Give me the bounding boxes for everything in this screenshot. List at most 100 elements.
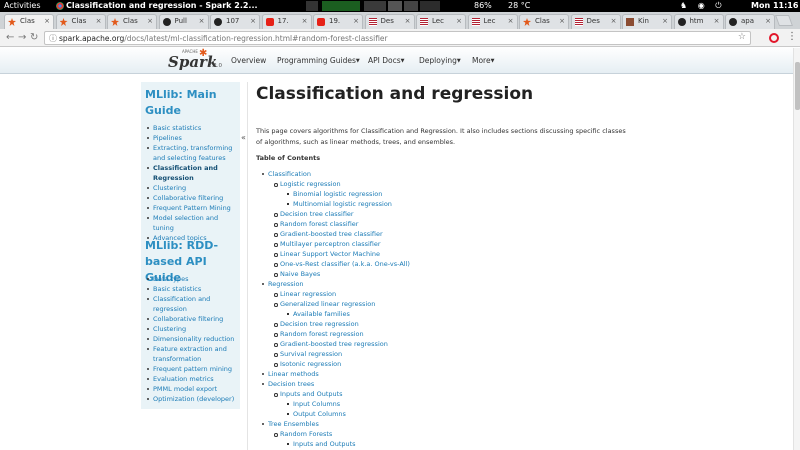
toc-link[interactable]: Classification <box>256 169 636 179</box>
toc-link[interactable]: Survival regression <box>256 349 636 359</box>
close-tab-icon[interactable]: × <box>353 15 359 28</box>
sidebar-item[interactable]: Clustering <box>141 183 240 193</box>
sidebar-item[interactable]: Model selection and tuning <box>141 213 240 233</box>
toc-link[interactable]: Tree Ensembles <box>256 419 636 429</box>
toc-link[interactable]: Linear Support Vector Machine <box>256 249 636 259</box>
browser-tab[interactable]: Lec × <box>467 14 518 29</box>
system-tray-icons[interactable]: ♞ ◉ ⏻ <box>680 0 726 12</box>
browser-tab[interactable]: htm × <box>673 14 724 29</box>
sidebar-item[interactable]: Frequent Pattern Mining <box>141 203 240 213</box>
toc-link[interactable]: Inputs and Outputs <box>256 389 636 399</box>
toc-link[interactable]: Random forest classifier <box>256 219 636 229</box>
sidebar-item[interactable]: Collaborative filtering <box>141 193 240 203</box>
scrollbar-thumb[interactable] <box>795 62 800 110</box>
close-tab-icon[interactable]: × <box>559 15 565 28</box>
close-tab-icon[interactable]: × <box>714 15 720 28</box>
nav-programming-guides[interactable]: Programming Guides▼ <box>277 56 360 65</box>
toc-link[interactable]: Inputs and Outputs <box>256 439 636 449</box>
toc-link[interactable]: Input Columns <box>256 399 636 409</box>
sidebar-item[interactable]: PMML model export <box>141 384 240 394</box>
nav-deploying[interactable]: Deploying▼ <box>419 56 461 65</box>
sidebar-item[interactable]: Classification and Regression <box>141 163 240 183</box>
close-tab-icon[interactable]: × <box>508 15 514 28</box>
browser-tab[interactable]: Pull × <box>158 14 209 29</box>
close-tab-icon[interactable]: × <box>302 15 308 28</box>
toc-link[interactable]: Isotonic regression <box>256 359 636 369</box>
browser-tab[interactable]: 19. × <box>313 14 363 29</box>
close-tab-icon[interactable]: × <box>405 15 411 28</box>
toc-link[interactable]: Random forest regression <box>256 329 636 339</box>
close-tab-icon[interactable]: × <box>96 15 102 28</box>
sidebar-item[interactable]: Evaluation metrics <box>141 374 240 384</box>
browser-tab[interactable]: Des × <box>570 14 621 29</box>
forward-icon[interactable]: → <box>18 31 26 45</box>
toc-link[interactable]: One-vs-Rest classifier (a.k.a. One-vs-Al… <box>256 259 636 269</box>
toc-link[interactable]: Logistic regression <box>256 179 636 189</box>
sidebar-item[interactable]: Classification and regression <box>141 294 240 314</box>
toc-link[interactable]: Decision tree classifier <box>256 209 636 219</box>
sidebar-item[interactable]: Frequent pattern mining <box>141 364 240 374</box>
weather-indicator[interactable]: 28 °C <box>508 0 530 12</box>
toc-link[interactable]: Decision tree regression <box>256 319 636 329</box>
nav-api-docs[interactable]: API Docs▼ <box>368 56 405 65</box>
sidebar-item[interactable]: Pipelines <box>141 133 240 143</box>
close-tab-icon[interactable]: × <box>611 15 617 28</box>
toc-link[interactable]: Generalized linear regression <box>256 299 636 309</box>
toc-link[interactable]: Gradient-boosted tree regression <box>256 339 636 349</box>
activities-button[interactable]: Activities <box>4 0 41 12</box>
window-title[interactable]: Classification and regression - Spark 2.… <box>66 0 258 12</box>
sidebar-item[interactable]: Clustering <box>141 324 240 334</box>
browser-tab[interactable]: 107 × <box>210 14 260 29</box>
toc-link[interactable]: Decision trees <box>256 379 636 389</box>
toc-link[interactable]: Naive Bayes <box>256 269 636 279</box>
collapse-sidebar-icon[interactable]: « <box>241 133 246 142</box>
browser-tab[interactable]: Clas × <box>4 14 54 29</box>
sidebar-item[interactable]: Basic statistics <box>141 123 240 133</box>
close-tab-icon[interactable]: × <box>250 15 256 28</box>
sidebar-item[interactable]: Extracting, transforming and selecting f… <box>141 143 240 163</box>
clock[interactable]: Mon 11:16 <box>751 0 798 12</box>
close-tab-icon[interactable]: × <box>147 15 153 28</box>
browser-tab[interactable]: Clas × <box>107 14 157 29</box>
toc-link[interactable]: Linear regression <box>256 289 636 299</box>
close-tab-icon[interactable]: × <box>662 15 668 28</box>
reload-icon[interactable]: ↻ <box>30 31 38 45</box>
browser-tab[interactable]: Clas × <box>55 14 106 29</box>
address-bar[interactable]: ⓘ spark.apache.org/docs/latest/ml-classi… <box>44 31 751 45</box>
toc-link[interactable]: Multilayer perceptron classifier <box>256 239 636 249</box>
toc-link[interactable]: Binomial logistic regression <box>256 189 636 199</box>
page-scrollbar[interactable] <box>793 48 800 450</box>
close-tab-icon[interactable]: × <box>44 15 50 28</box>
new-tab-button[interactable] <box>774 15 794 26</box>
sidebar-item[interactable]: Optimization (developer) <box>141 394 240 404</box>
browser-tab[interactable]: apa × <box>725 14 775 29</box>
toc-link[interactable]: Multinomial logistic regression <box>256 199 636 209</box>
close-tab-icon[interactable]: × <box>456 15 462 28</box>
back-icon[interactable]: ← <box>6 31 14 45</box>
close-tab-icon[interactable]: × <box>199 15 205 28</box>
browser-menu-icon[interactable]: ⋮ <box>787 31 797 43</box>
toc-link[interactable]: Gradient-boosted tree classifier <box>256 229 636 239</box>
sidebar-heading-main-guide[interactable]: MLlib: Main Guide <box>145 87 237 119</box>
sidebar-item[interactable]: Collaborative filtering <box>141 314 240 324</box>
close-tab-icon[interactable]: × <box>765 15 771 28</box>
sidebar-item[interactable]: Dimensionality reduction <box>141 334 240 344</box>
toc-link[interactable]: Linear methods <box>256 369 636 379</box>
browser-tab[interactable]: Lec × <box>416 14 466 29</box>
nav-overview[interactable]: Overview <box>231 56 266 65</box>
browser-tab[interactable]: 17. × <box>261 14 312 29</box>
bookmark-star-icon[interactable]: ☆ <box>738 32 746 42</box>
nav-more[interactable]: More▼ <box>472 56 494 65</box>
opera-extension-icon[interactable] <box>769 33 779 43</box>
page-info-icon[interactable]: ⓘ <box>49 33 57 44</box>
browser-tab[interactable]: Des × <box>364 14 415 29</box>
sidebar-item[interactable]: Feature extraction and transformation <box>141 344 240 364</box>
toc-link[interactable]: Random Forests <box>256 429 636 439</box>
sidebar-item[interactable]: Data types <box>141 274 240 284</box>
sidebar-item[interactable]: Basic statistics <box>141 284 240 294</box>
toc-link[interactable]: Available families <box>256 309 636 319</box>
toc-link[interactable]: Regression <box>256 279 636 289</box>
battery-indicator[interactable]: 86% <box>474 0 492 12</box>
browser-tab[interactable]: Kin × <box>622 14 672 29</box>
spark-logo[interactable]: APACHE Spark ✱ 2.2.0 <box>168 49 222 73</box>
